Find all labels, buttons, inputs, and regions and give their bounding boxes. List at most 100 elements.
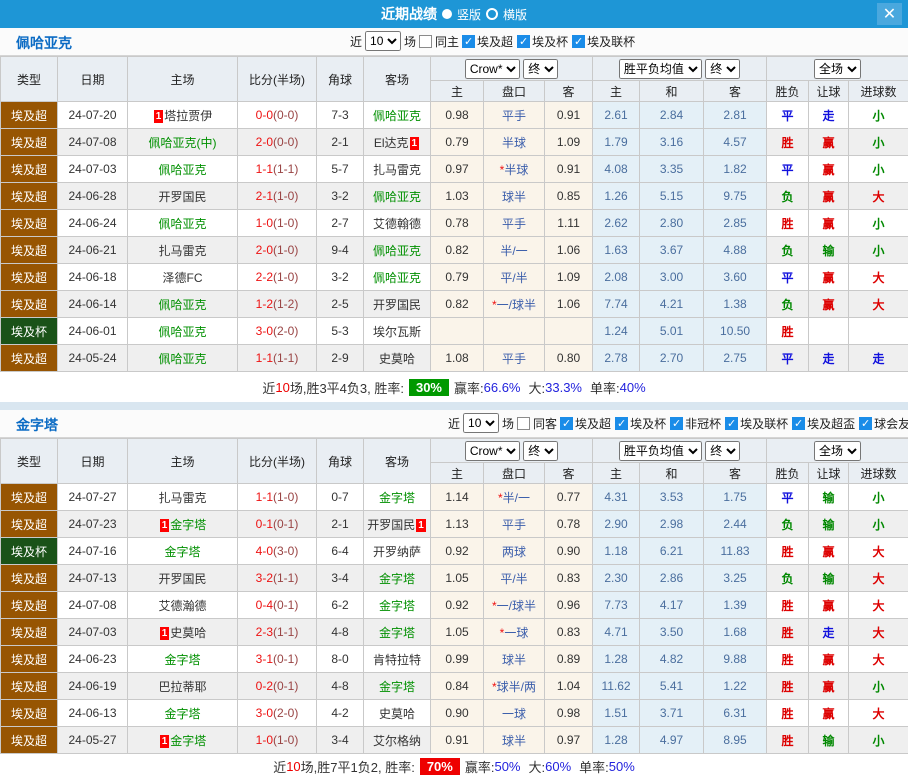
score-cell: 1-0(1-0): [238, 727, 317, 754]
bookmaker-select-1[interactable]: Crow*: [465, 441, 520, 461]
avg-select-0[interactable]: 胜平负均值: [619, 59, 702, 79]
league-cell: 埃及超: [1, 592, 58, 619]
league-label: 埃及超: [575, 415, 611, 432]
sub-col-handicap: 盘口: [484, 81, 545, 102]
goals-result-cell: 小: [849, 673, 908, 700]
match-row: 埃及超24-06-13金字塔3-0(2-0)4-2史莫哈0.90一球0.981.…: [1, 700, 908, 727]
league-checkbox[interactable]: ✓: [615, 417, 628, 430]
fulltime-select-1[interactable]: 全场: [814, 441, 861, 461]
match-count-select-0[interactable]: 10: [365, 31, 401, 51]
result-cell: 胜: [767, 727, 809, 754]
match-row: 埃及超24-07-03佩哈亚克1-1(1-1)5-7扎马雷克0.97*半球0.9…: [1, 156, 908, 183]
big-value: 60%: [545, 759, 571, 774]
away-team-cell: 埃尔瓦斯: [364, 318, 431, 345]
goals-result-cell: 大: [849, 592, 908, 619]
summary-count: 10: [275, 380, 289, 395]
home-team-cell: 佩哈亚克(中): [128, 129, 238, 156]
odds-home-cell: 0.90: [431, 700, 484, 727]
close-icon[interactable]: ✕: [877, 3, 902, 25]
date-cell: 24-07-20: [58, 102, 128, 129]
col-away: 客场: [364, 57, 431, 102]
bookmaker-select-0[interactable]: Crow*: [465, 59, 520, 79]
date-cell: 24-07-03: [58, 156, 128, 183]
away-team-cell: 开罗国民: [364, 291, 431, 318]
match-row: 埃及超24-07-13开罗国民3-2(1-1)3-4金字塔1.05平/半0.83…: [1, 565, 908, 592]
avg-away-cell: 2.85: [704, 210, 767, 237]
odds-home-cell: 1.08: [431, 345, 484, 372]
odds-home-cell: 1.05: [431, 565, 484, 592]
goals-result-cell: 小: [849, 129, 908, 156]
odds-away-cell: 0.83: [545, 619, 593, 646]
goals-result-cell: 大: [849, 291, 908, 318]
odds-away-cell: 0.97: [545, 727, 593, 754]
sub-col-avg-home: 主: [593, 463, 640, 484]
avg-draw-cell: 2.80: [640, 210, 704, 237]
away-team-cell: 开罗纳萨: [364, 538, 431, 565]
league-checkbox[interactable]: ✓: [859, 417, 872, 430]
red-badge: 1: [154, 110, 164, 123]
avg-away-cell: 10.50: [704, 318, 767, 345]
handicap-result-cell: 走: [809, 345, 849, 372]
match-row: 埃及超24-07-231金字塔0-1(0-1)2-1开罗国民11.13平手0.7…: [1, 511, 908, 538]
league-checkbox[interactable]: ✓: [572, 35, 585, 48]
games-label: 场: [404, 33, 416, 50]
team-name-1: 金字塔: [16, 415, 58, 435]
corner-cell: 3-4: [317, 565, 364, 592]
avg-home-cell: 7.73: [593, 592, 640, 619]
handicap-cell: *半/一: [484, 484, 545, 511]
avg-time-select-1[interactable]: 终: [705, 441, 740, 461]
sub-col-handicap-result: 让球: [809, 463, 849, 484]
league-checkbox[interactable]: ✓: [792, 417, 805, 430]
summary-record: 场,胜3平4负3, 胜率:: [290, 378, 404, 397]
handicap-result-cell: 输: [809, 484, 849, 511]
odds-time-select-0[interactable]: 终: [523, 59, 558, 79]
match-count-select-1[interactable]: 10: [463, 413, 499, 433]
corner-cell: 3-2: [317, 183, 364, 210]
corner-cell: 6-4: [317, 538, 364, 565]
result-cell: 平: [767, 264, 809, 291]
avg-draw-cell: 3.67: [640, 237, 704, 264]
away-team-cell: 艾德翰德: [364, 210, 431, 237]
radio-horizontal-layout[interactable]: [486, 8, 498, 20]
corner-cell: 5-7: [317, 156, 364, 183]
match-row: 埃及杯24-07-16金字塔4-0(3-0)6-4开罗纳萨0.92两球0.901…: [1, 538, 908, 565]
away-team-cell: 佩哈亚克: [364, 102, 431, 129]
league-checkbox[interactable]: ✓: [517, 35, 530, 48]
league-checkbox[interactable]: ✓: [670, 417, 683, 430]
league-checkbox[interactable]: ✓: [725, 417, 738, 430]
odds-home-cell: 1.13: [431, 511, 484, 538]
away-team-cell: 金字塔: [364, 484, 431, 511]
sub-col-home-odds: 主: [431, 81, 484, 102]
goals-result-cell: 大: [849, 565, 908, 592]
handicap-cell: *半球: [484, 156, 545, 183]
score-cell: 1-1(1-0): [238, 484, 317, 511]
date-cell: 24-06-18: [58, 264, 128, 291]
away-team-cell: 佩哈亚克: [364, 237, 431, 264]
single-value: 50%: [609, 759, 635, 774]
odds-time-select-1[interactable]: 终: [523, 441, 558, 461]
avg-home-cell: 2.78: [593, 345, 640, 372]
sub-col-result: 胜负: [767, 463, 809, 484]
avg-away-cell: 9.75: [704, 183, 767, 210]
score-cell: 3-2(1-1): [238, 565, 317, 592]
league-checkbox[interactable]: ✓: [560, 417, 573, 430]
fulltime-select-0[interactable]: 全场: [814, 59, 861, 79]
away-team-cell: 佩哈亚克: [364, 183, 431, 210]
home-team-cell: 金字塔: [128, 646, 238, 673]
sub-col-home-odds: 主: [431, 463, 484, 484]
same-venue-checkbox-0[interactable]: [419, 35, 432, 48]
same-venue-checkbox-1[interactable]: [517, 417, 530, 430]
handicap-cell: 平手: [484, 511, 545, 538]
handicap-result-cell: 赢: [809, 646, 849, 673]
match-row: 埃及超24-06-14佩哈亚克1-2(1-2)2-5开罗国民0.82*一/球半1…: [1, 291, 908, 318]
league-label: 埃及超盃: [807, 415, 855, 432]
avg-draw-cell: 2.98: [640, 511, 704, 538]
home-team-cell: 佩哈亚克: [128, 156, 238, 183]
league-checkbox[interactable]: ✓: [462, 35, 475, 48]
league-cell: 埃及超: [1, 565, 58, 592]
away-team-cell: 金字塔: [364, 619, 431, 646]
radio-vertical-layout[interactable]: [442, 9, 452, 19]
avg-select-1[interactable]: 胜平负均值: [619, 441, 702, 461]
avg-time-select-0[interactable]: 终: [705, 59, 740, 79]
handicap-cell: 平手: [484, 210, 545, 237]
